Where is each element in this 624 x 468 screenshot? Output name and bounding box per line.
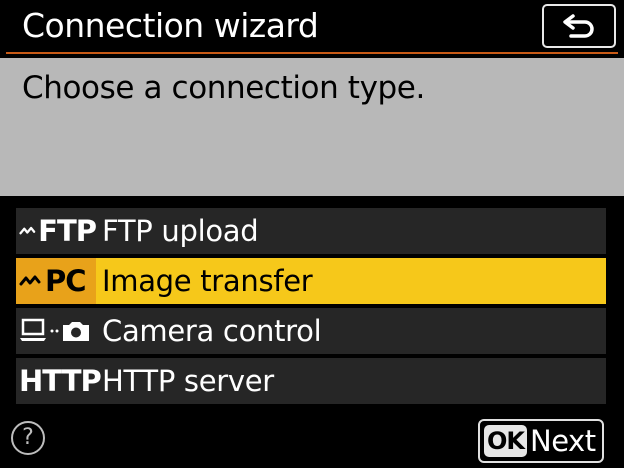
icon-text-http: HTTP [19, 364, 102, 398]
icon-text-ftp: FTP [38, 214, 97, 248]
menu-item-camera-control[interactable]: Camera control [16, 308, 606, 354]
prompt-panel: Choose a connection type. [0, 58, 624, 196]
next-button[interactable]: OK Next [478, 419, 604, 463]
prompt-text: Choose a connection type. [22, 70, 425, 106]
help-button[interactable]: ? [11, 421, 45, 455]
http-icon: HTTP [16, 358, 102, 404]
menu-item-http-server[interactable]: HTTP HTTP server [16, 358, 606, 404]
ok-button-icon: OK [484, 425, 527, 457]
menu-item-label: Camera control [102, 314, 322, 348]
laptop-camera-icon [16, 308, 96, 354]
page-title: Connection wizard [22, 6, 319, 45]
connection-type-menu: FTP FTP upload PC Image transfer Camera … [16, 208, 606, 408]
icon-text-pc: PC [45, 264, 87, 298]
wireless-ftp-icon: FTP [16, 208, 97, 254]
menu-item-label: Image transfer [102, 264, 313, 298]
wireless-pc-icon: PC [16, 258, 96, 304]
title-bar: Connection wizard [0, 0, 624, 55]
back-button[interactable] [542, 4, 616, 48]
menu-item-label: FTP upload [102, 214, 259, 248]
menu-item-ftp-upload[interactable]: FTP FTP upload [16, 208, 606, 254]
help-icon: ? [22, 425, 34, 450]
menu-item-label: HTTP server [102, 364, 274, 398]
return-arrow-icon [563, 14, 594, 38]
next-label: Next [530, 424, 596, 458]
menu-item-image-transfer[interactable]: PC Image transfer [16, 258, 606, 304]
title-divider [6, 52, 618, 54]
